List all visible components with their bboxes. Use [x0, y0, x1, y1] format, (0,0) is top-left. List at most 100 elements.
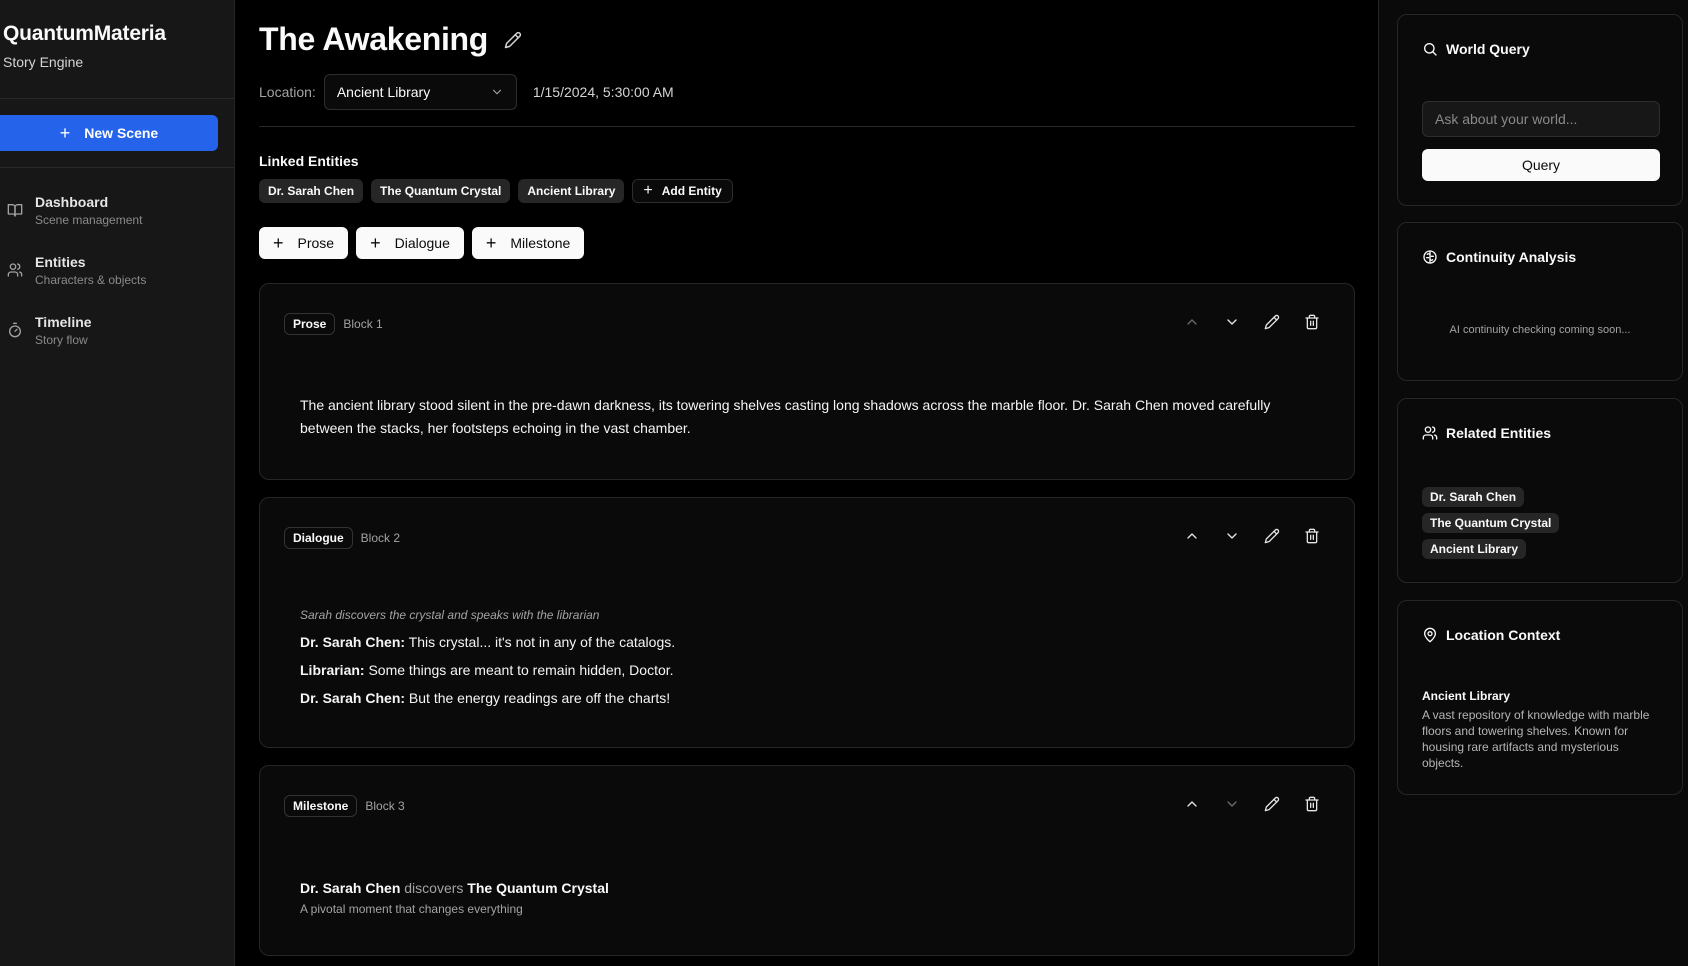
chevron-down-icon[interactable] — [1224, 528, 1240, 544]
sidebar-item-sub: Story flow — [35, 333, 88, 347]
dialogue-line: Dr. Sarah Chen: This crystal... it's not… — [300, 628, 1310, 656]
card-title: World Query — [1446, 41, 1530, 57]
sidebar: QuantumMateria Story Engine + New Scene … — [0, 0, 235, 966]
add-prose-button[interactable]: + Prose — [259, 227, 349, 259]
sidebar-divider — [0, 167, 234, 168]
context-panel: World Query Query Continuity Analysis AI… — [1378, 0, 1688, 966]
location-select[interactable]: Ancient Library — [323, 74, 517, 110]
continuity-status: AI continuity checking coming soon... — [1449, 324, 1631, 336]
world-query-input[interactable] — [1422, 101, 1660, 137]
prose-text: The ancient library stood silent in the … — [300, 397, 1271, 436]
entity-chip[interactable]: Dr. Sarah Chen — [259, 179, 364, 203]
dialogue-line: Librarian: Some things are meant to rema… — [300, 656, 1310, 684]
block-type-badge: Dialogue — [284, 527, 353, 549]
prose-block: Prose Block 1 The ancient library stood … — [259, 283, 1355, 480]
world-query-card: World Query Query — [1397, 14, 1683, 206]
block-number: Block 2 — [360, 531, 401, 545]
block-number: Block 3 — [365, 799, 405, 813]
milestone-subject: Dr. Sarah Chen — [300, 880, 401, 896]
plus-icon: + — [273, 233, 284, 253]
app-subtitle: Story Engine — [3, 54, 84, 70]
linked-entities: Dr. Sarah Chen The Quantum Crystal Ancie… — [259, 179, 733, 203]
pencil-icon[interactable] — [1264, 528, 1280, 544]
pencil-icon[interactable] — [1264, 796, 1280, 812]
related-entity-chip[interactable]: Dr. Sarah Chen — [1422, 487, 1525, 507]
chevron-down-icon[interactable] — [1224, 796, 1240, 812]
milestone-line: Dr. Sarah Chen discovers The Quantum Cry… — [300, 880, 609, 896]
location-name: Ancient Library — [1422, 689, 1511, 703]
card-title: Location Context — [1446, 627, 1561, 643]
sidebar-item-sub: Characters & objects — [35, 273, 147, 287]
sidebar-divider — [0, 98, 234, 99]
pencil-icon[interactable] — [1264, 314, 1280, 330]
card-title: Continuity Analysis — [1446, 249, 1577, 265]
location-value: Ancient Library — [336, 84, 431, 100]
location-context-card: Location Context Ancient Library A vast … — [1397, 600, 1683, 795]
map-pin-icon — [1424, 627, 1436, 643]
entity-chip[interactable]: The Quantum Crystal — [371, 179, 511, 203]
add-dialogue-button[interactable]: + Dialogue — [356, 227, 464, 259]
add-milestone-button[interactable]: + Milestone — [471, 227, 585, 259]
chevron-up-icon[interactable] — [1184, 528, 1200, 544]
location-label: Location: — [259, 84, 316, 100]
block-type-badge: Milestone — [284, 795, 358, 817]
speaker-name: Dr. Sarah Chen: — [300, 690, 406, 706]
sidebar-nav: Dashboard Scene management Entities Char… — [0, 190, 234, 370]
brand: QuantumMateria Story Engine — [0, 0, 234, 70]
block-number: Block 1 — [343, 317, 383, 331]
chevron-down-icon[interactable] — [1224, 314, 1240, 330]
query-button[interactable]: Query — [1422, 149, 1660, 181]
add-dialogue-label: Dialogue — [394, 235, 450, 251]
plus-icon: + — [59, 123, 71, 143]
new-scene-button[interactable]: + New Scene — [0, 115, 218, 151]
chevron-down-icon — [492, 89, 501, 95]
chevron-up-icon[interactable] — [1184, 796, 1200, 812]
milestone-description: A pivotal moment that changes everything — [300, 902, 523, 916]
plus-icon: + — [485, 233, 497, 253]
related-entities-card: Related Entities Dr. Sarah Chen The Quan… — [1397, 398, 1683, 583]
trash-icon[interactable] — [1304, 314, 1320, 330]
dialogue-note: Sarah discovers the crystal and speaks w… — [300, 608, 600, 622]
timer-icon — [9, 322, 21, 338]
add-prose-label: Prose — [297, 235, 335, 251]
sidebar-item-dashboard[interactable]: Dashboard Scene management — [0, 190, 234, 250]
trash-icon[interactable] — [1304, 796, 1320, 812]
sidebar-item-entities[interactable]: Entities Characters & objects — [0, 250, 234, 310]
dialogue-text: But the energy readings are off the char… — [405, 690, 671, 706]
sidebar-item-sub: Scene management — [35, 213, 143, 227]
plus-icon: + — [643, 182, 653, 199]
divider — [259, 126, 1355, 127]
milestone-verb: discovers — [400, 880, 468, 896]
sidebar-item-timeline[interactable]: Timeline Story flow — [0, 310, 234, 370]
chevron-up-icon[interactable] — [1184, 314, 1200, 330]
speaker-name: Dr. Sarah Chen: — [300, 634, 406, 650]
sidebar-item-label: Timeline — [35, 314, 92, 330]
pencil-icon[interactable] — [504, 31, 522, 49]
milestone-object: The Quantum Crystal — [467, 880, 609, 896]
linked-entities-label: Linked Entities — [259, 153, 359, 169]
speaker-name: Librarian: — [300, 662, 365, 678]
search-icon — [1424, 43, 1437, 56]
scene-timestamp: 1/15/2024, 5:30:00 AM — [532, 84, 674, 100]
dialogue-block: Dialogue Block 2 Sarah discovers the cry… — [259, 497, 1355, 748]
related-entity-chip[interactable]: Ancient Library — [1422, 539, 1527, 559]
entity-chip[interactable]: Ancient Library — [518, 179, 625, 203]
users-icon — [1422, 426, 1438, 440]
sidebar-item-label: Dashboard — [35, 194, 109, 210]
add-entity-button[interactable]: + Add Entity — [632, 179, 733, 203]
add-block-toolbar: + Prose + Dialogue + Milestone — [259, 227, 585, 259]
continuity-card: Continuity Analysis AI continuity checki… — [1397, 222, 1683, 381]
trash-icon[interactable] — [1304, 528, 1320, 544]
brain-icon — [1423, 250, 1437, 264]
app-title: QuantumMateria — [3, 22, 166, 45]
location-description: A vast repository of knowledge with marb… — [1422, 708, 1650, 770]
add-milestone-label: Milestone — [510, 235, 571, 251]
milestone-block: Milestone Block 3 Dr. Sarah Chen discove… — [259, 765, 1355, 956]
block-type-badge: Prose — [284, 313, 336, 335]
add-entity-label: Add Entity — [661, 184, 722, 198]
sidebar-item-label: Entities — [35, 254, 86, 270]
related-entity-chip[interactable]: The Quantum Crystal — [1422, 513, 1560, 533]
book-open-icon — [7, 204, 23, 217]
scene-title[interactable]: The Awakening — [259, 21, 488, 58]
dialogue-text: Some things are meant to remain hidden, … — [364, 662, 674, 678]
